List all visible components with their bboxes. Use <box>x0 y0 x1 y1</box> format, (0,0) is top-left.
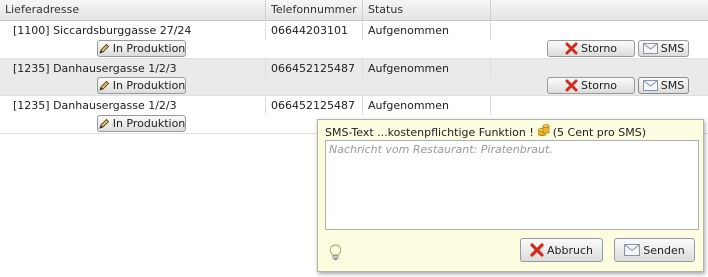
phone-cell: 066452125487 <box>266 59 363 78</box>
status-cell: Aufgenommen <box>363 21 491 40</box>
envelope-icon <box>642 43 658 54</box>
table-row[interactable]: [1100] Siccardsburggasse 27/24 066442031… <box>0 21 708 40</box>
in-production-button[interactable]: In Produktion <box>97 115 186 132</box>
in-production-button[interactable]: In Produktion <box>97 40 186 57</box>
sms-text-input[interactable]: Nachricht vom Restaurant: Piratenbraut. <box>325 140 699 230</box>
table-row[interactable]: [1235] Danhausergasse 1/2/3 066452125487… <box>0 59 708 78</box>
sms-popup-cost-text: (5 Cent pro SMS) <box>552 125 647 139</box>
table-row-actions: In Produktion Storno SMS <box>0 77 708 96</box>
sms-popup-title: SMS-Text ...kostenpflichtige Funktion ! … <box>325 124 646 140</box>
red-x-icon <box>565 42 578 55</box>
phone-cell: 066452125487 <box>266 96 363 115</box>
sms-label: SMS <box>660 42 685 55</box>
grid-header: Lieferadresse Telefonnummer Status <box>0 0 708 21</box>
envelope-icon <box>642 80 658 91</box>
red-x-icon <box>530 243 544 257</box>
pencil-icon <box>98 118 110 130</box>
table-row-actions: In Produktion Storno SMS <box>0 40 708 59</box>
sms-popup: SMS-Text ...kostenpflichtige Funktion ! … <box>317 119 704 272</box>
in-production-button[interactable]: In Produktion <box>97 77 186 94</box>
sms-popup-title-text: SMS-Text ...kostenpflichtige Funktion ! <box>325 125 534 139</box>
address-cell: [1100] Siccardsburggasse 27/24 <box>8 21 266 40</box>
status-cell: Aufgenommen <box>363 96 491 115</box>
in-production-label: In Produktion <box>112 42 186 55</box>
column-header-status[interactable]: Status <box>363 0 491 21</box>
storno-label: Storno <box>580 79 618 92</box>
sms-button[interactable]: SMS <box>638 40 689 57</box>
coins-icon <box>537 124 550 140</box>
pencil-icon <box>98 80 110 92</box>
storno-button[interactable]: Storno <box>547 40 635 57</box>
status-cell: Aufgenommen <box>363 59 491 78</box>
send-label: Senden <box>643 243 685 257</box>
red-x-icon <box>565 79 578 92</box>
pencil-icon <box>98 43 110 55</box>
in-production-label: In Produktion <box>112 79 186 92</box>
column-header-address[interactable]: Lieferadresse <box>0 0 266 21</box>
table-row[interactable]: [1235] Danhausergasse 1/2/3 066452125487… <box>0 96 708 115</box>
column-header-actions <box>491 0 708 21</box>
cancel-button[interactable]: Abbruch <box>520 238 603 262</box>
phone-cell: 06644203101 <box>266 21 363 40</box>
in-production-label: In Produktion <box>112 117 186 130</box>
lightbulb-icon <box>329 244 342 264</box>
sms-button[interactable]: SMS <box>638 77 689 94</box>
sms-label: SMS <box>660 79 685 92</box>
send-button[interactable]: Senden <box>614 238 695 262</box>
envelope-icon <box>624 244 641 256</box>
storno-button[interactable]: Storno <box>547 77 635 94</box>
column-header-phone[interactable]: Telefonnummer <box>266 0 363 21</box>
address-cell: [1235] Danhausergasse 1/2/3 <box>8 96 266 115</box>
address-cell: [1235] Danhausergasse 1/2/3 <box>8 59 266 78</box>
cancel-label: Abbruch <box>546 243 593 257</box>
storno-label: Storno <box>580 42 618 55</box>
